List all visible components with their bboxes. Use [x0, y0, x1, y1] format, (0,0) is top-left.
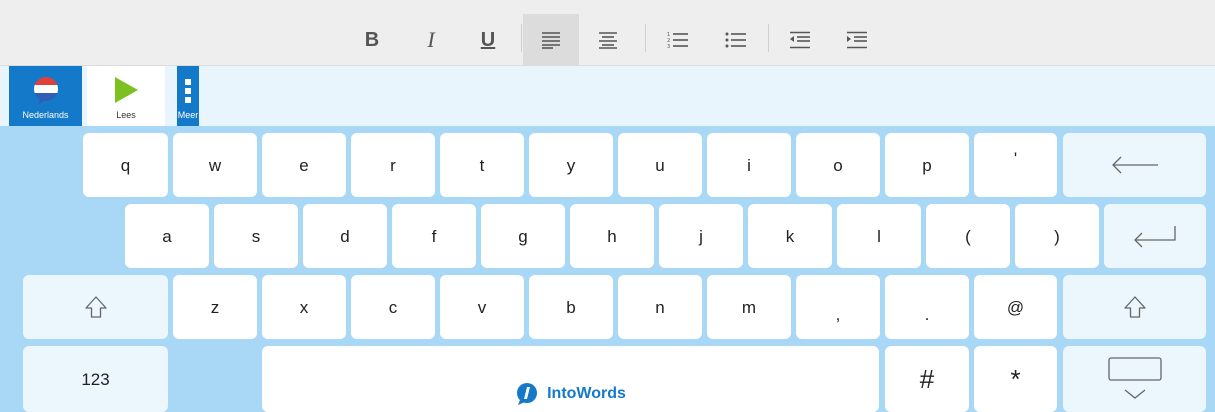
key-f[interactable]: f [392, 204, 476, 268]
key-period[interactable]: . [885, 275, 969, 339]
bullet-list-icon [725, 32, 746, 48]
italic-icon: I [427, 27, 435, 52]
key-y[interactable]: y [529, 133, 613, 197]
key-n[interactable]: n [618, 275, 702, 339]
key-apostrophe[interactable]: ' [974, 133, 1057, 197]
hide-keyboard-key[interactable] [1063, 346, 1206, 412]
key-k[interactable]: k [748, 204, 832, 268]
key-a[interactable]: a [125, 204, 209, 268]
bold-button[interactable]: B [344, 14, 400, 66]
key-l[interactable]: l [837, 204, 921, 268]
on-screen-keyboard: q w e r t y u i o p ' a s d f g h j k l … [0, 126, 1215, 412]
key-close-paren[interactable]: ) [1015, 204, 1099, 268]
key-t[interactable]: t [440, 133, 524, 197]
key-o[interactable]: o [796, 133, 880, 197]
align-left-button[interactable] [523, 14, 579, 66]
key-hash[interactable]: # [885, 346, 969, 412]
key-h[interactable]: h [570, 204, 654, 268]
shift-key-right[interactable] [1063, 275, 1206, 339]
play-icon [115, 77, 138, 103]
shift-icon [84, 296, 107, 318]
language-button[interactable]: Nederlands [9, 66, 82, 126]
italic-button[interactable]: I [403, 14, 459, 66]
numbered-list-icon: 123 [667, 32, 688, 49]
key-z[interactable]: z [173, 275, 257, 339]
key-c[interactable]: c [351, 275, 435, 339]
enter-key[interactable] [1104, 204, 1206, 268]
key-i[interactable]: i [707, 133, 791, 197]
read-label: Lees [116, 110, 136, 120]
key-m[interactable]: m [707, 275, 791, 339]
more-icon [185, 79, 191, 103]
shift-icon [1123, 296, 1146, 318]
outdent-button[interactable] [772, 14, 828, 66]
align-left-icon [542, 32, 560, 49]
backspace-key[interactable] [1063, 133, 1206, 197]
key-asterisk[interactable]: * [974, 346, 1057, 412]
bullet-list-button[interactable] [708, 14, 764, 66]
key-at[interactable]: @ [974, 275, 1057, 339]
key-comma[interactable]: , [796, 275, 880, 339]
key-e[interactable]: e [262, 133, 346, 197]
key-p[interactable]: p [885, 133, 969, 197]
key-x[interactable]: x [262, 275, 346, 339]
intowords-brand: IntoWords [515, 382, 626, 406]
key-r[interactable]: r [351, 133, 435, 197]
svg-text:3: 3 [667, 44, 670, 49]
toolbar-divider [645, 24, 646, 52]
key-q[interactable]: q [83, 133, 168, 197]
key-d[interactable]: d [303, 204, 387, 268]
numbered-list-button[interactable]: 123 [650, 14, 706, 66]
shift-key-left[interactable] [23, 275, 168, 339]
align-center-icon [599, 32, 617, 49]
key-v[interactable]: v [440, 275, 524, 339]
outdent-icon [790, 31, 810, 49]
formatting-toolbar: B I U 123 [0, 0, 1215, 66]
toolbar-divider [521, 24, 522, 52]
key-g[interactable]: g [481, 204, 565, 268]
language-label: Nederlands [22, 110, 69, 120]
dutch-flag-icon [33, 77, 58, 105]
intowords-logo-icon [517, 383, 538, 405]
backspace-icon [1111, 156, 1158, 174]
numbers-key[interactable]: 123 [23, 346, 168, 412]
underline-button[interactable]: U [460, 14, 516, 66]
key-b[interactable]: b [529, 275, 613, 339]
brand-name: IntoWords [547, 385, 626, 402]
indent-icon [847, 31, 867, 49]
indent-button[interactable] [829, 14, 885, 66]
toolbar-divider [768, 24, 769, 52]
hide-keyboard-icon [1107, 357, 1162, 399]
underline-icon: U [480, 28, 496, 51]
key-open-paren[interactable]: ( [926, 204, 1010, 268]
key-w[interactable]: w [173, 133, 257, 197]
more-button[interactable]: Meer [177, 66, 199, 126]
key-u[interactable]: u [618, 133, 702, 197]
key-s[interactable]: s [214, 204, 298, 268]
keyboard-app-bar: Nederlands Lees Meer [0, 66, 1215, 126]
align-center-button[interactable] [580, 14, 636, 66]
bold-icon: B [364, 28, 380, 51]
key-j[interactable]: j [659, 204, 743, 268]
read-button[interactable]: Lees [87, 66, 165, 126]
space-key[interactable]: IntoWords [262, 346, 879, 412]
enter-icon [1134, 226, 1176, 248]
more-label: Meer [177, 110, 199, 120]
